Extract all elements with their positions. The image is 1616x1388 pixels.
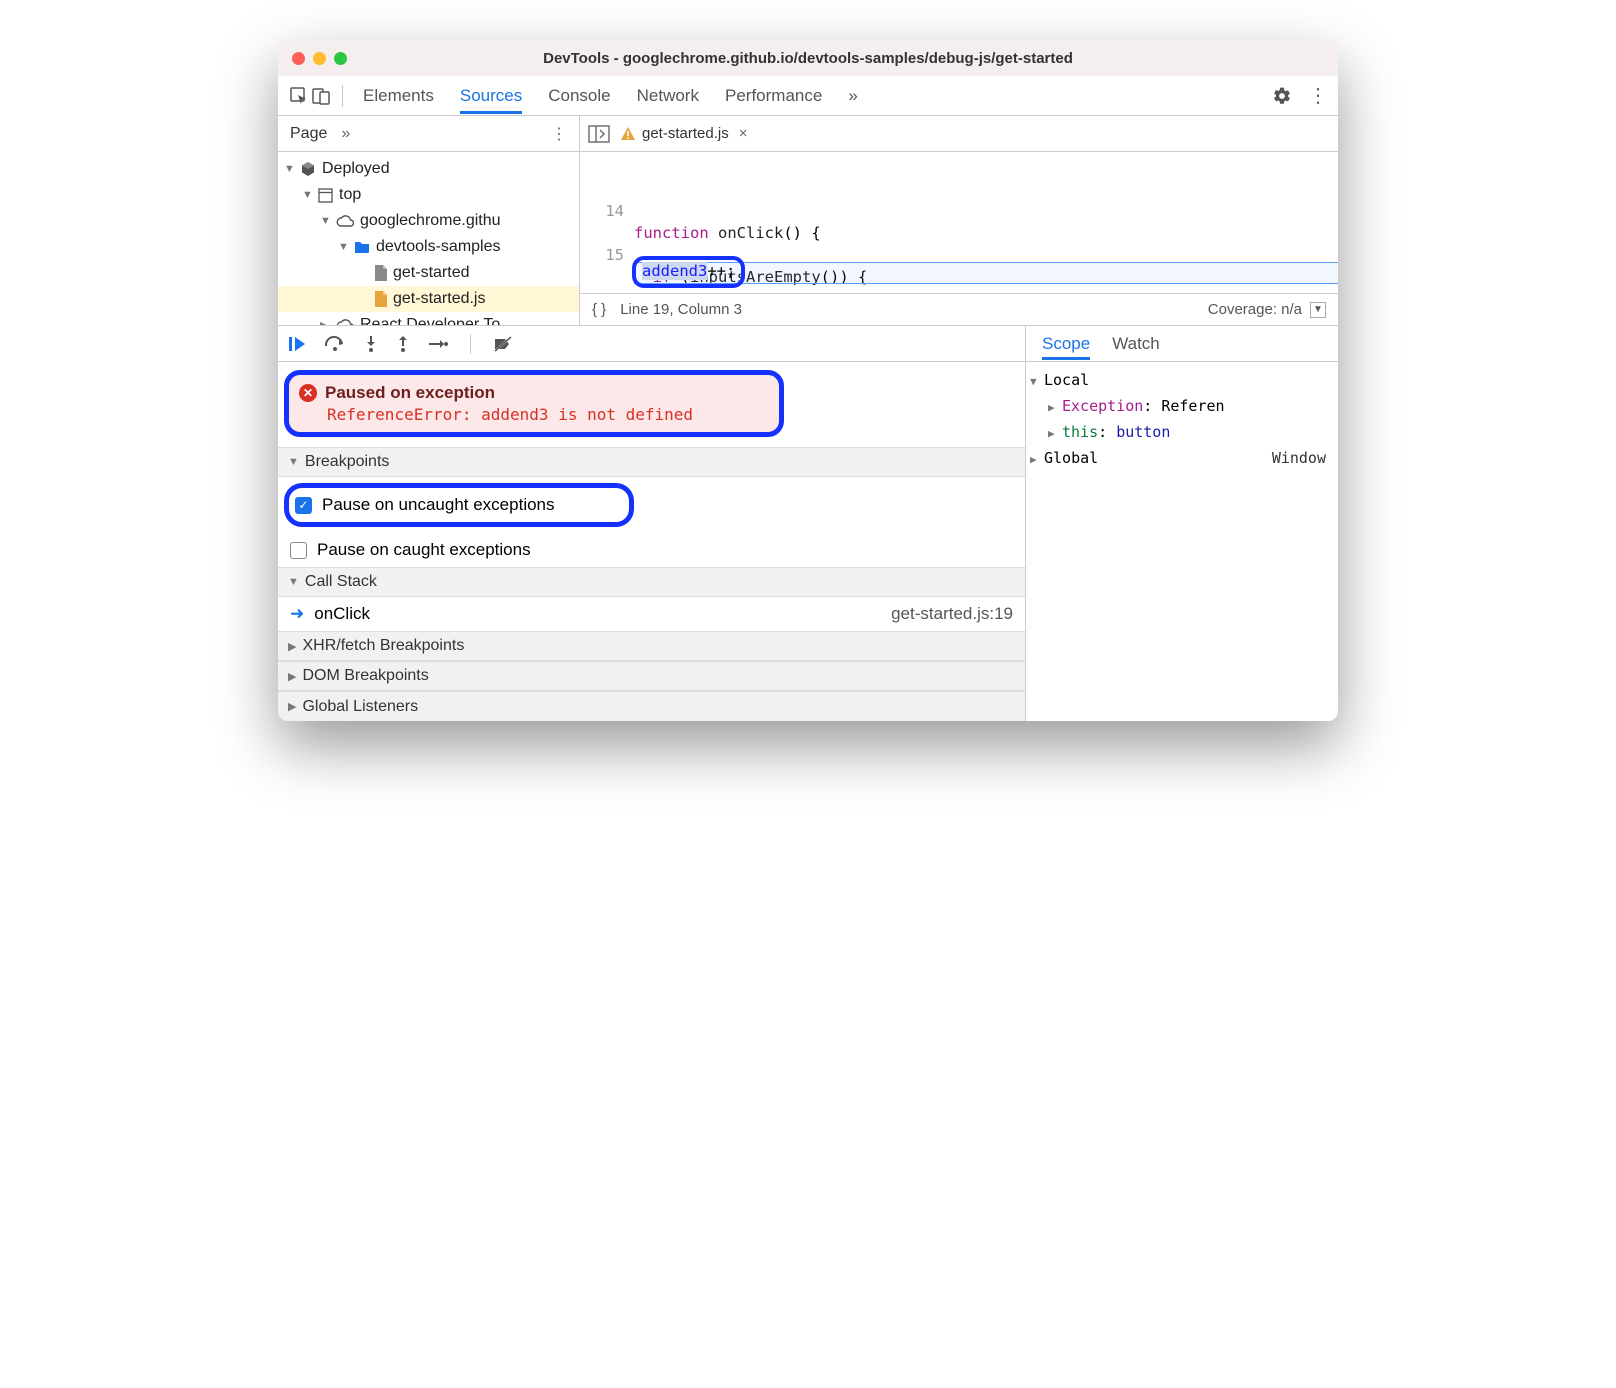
editor-panel: get-started.js × 14 15 16 17 18 19 20 21… (580, 116, 1338, 325)
editor-filename: get-started.js (642, 125, 729, 142)
checkbox-uncaught[interactable]: ✓ (295, 497, 312, 514)
deactivate-breakpoints-icon[interactable] (493, 335, 513, 353)
cursor-position: Line 19, Column 3 (620, 301, 742, 318)
debugger-panes: ✕ Paused on exception ReferenceError: ad… (278, 326, 1338, 721)
step-out-icon[interactable] (396, 335, 410, 353)
step-over-icon[interactable] (324, 336, 346, 352)
document-icon (374, 265, 387, 281)
maximize-button[interactable] (334, 52, 347, 65)
file-tree: ▼ Deployed ▼ top ▼ googlechrome.githu ▼ … (278, 152, 579, 325)
tab-sources[interactable]: Sources (460, 78, 522, 114)
main-tabbar: Elements Sources Console Network Perform… (278, 76, 1338, 116)
current-frame-icon: ➜ (290, 604, 304, 624)
scope-global[interactable]: ▶GlobalWindow (1030, 446, 1334, 472)
code-editor[interactable]: 14 15 16 17 18 19 20 21 limitations unde… (580, 152, 1338, 293)
device-toggle-icon[interactable] (310, 85, 332, 107)
highlight-annotation-addend: addend3++; (632, 256, 745, 288)
tree-folder[interactable]: ▼ devtools-samples (278, 234, 579, 260)
pause-caught-row[interactable]: Pause on caught exceptions (278, 533, 1025, 567)
tree-domain[interactable]: ▼ googlechrome.githu (278, 208, 579, 234)
divider (470, 334, 471, 354)
breakpoints-header[interactable]: ▼Breakpoints (278, 447, 1025, 477)
devtools-window: DevTools - googlechrome.github.io/devtoo… (278, 40, 1338, 721)
cloud-icon (336, 214, 354, 228)
pause-title: Paused on exception (325, 383, 495, 403)
code-body: limitations under the License. */ functi… (634, 152, 1338, 293)
debugger-toolbar (278, 326, 1025, 362)
navigator-tab-page[interactable]: Page (290, 125, 327, 143)
checkbox-caught[interactable] (290, 542, 307, 559)
tree-top[interactable]: ▼ top (278, 182, 579, 208)
folder-icon (354, 240, 370, 254)
main-tabs: Elements Sources Console Network Perform… (363, 78, 1272, 114)
line-gutter: 14 15 16 17 18 19 20 21 (580, 152, 634, 293)
tree-file-html[interactable]: get-started (278, 260, 579, 286)
titlebar: DevTools - googlechrome.github.io/devtoo… (278, 40, 1338, 76)
pause-uncaught-row[interactable]: ✓ Pause on uncaught exceptions (284, 483, 634, 527)
paused-on-exception-banner: ✕ Paused on exception ReferenceError: ad… (284, 370, 784, 437)
scope-exception[interactable]: ▶Exception: Referen (1030, 394, 1334, 420)
editor-file-tab[interactable]: get-started.js × (620, 125, 747, 142)
tab-console[interactable]: Console (548, 78, 610, 114)
tab-scope[interactable]: Scope (1042, 328, 1090, 360)
sources-content: Page » ⋮ ▼ Deployed ▼ top ▼ googlechrome… (278, 116, 1338, 326)
settings-icon[interactable] (1272, 86, 1292, 106)
debugger-right: Scope Watch ▼Local ▶Exception: Referen ▶… (1026, 326, 1338, 721)
inspect-icon[interactable] (288, 85, 310, 107)
coverage-label: Coverage: n/a (1208, 301, 1302, 318)
callstack-header[interactable]: ▼Call Stack (278, 567, 1025, 597)
navigator-more-icon[interactable]: ⋮ (551, 124, 567, 144)
debugger-left: ✕ Paused on exception ReferenceError: ad… (278, 326, 1026, 721)
tree-file-js[interactable]: get-started.js (278, 286, 579, 312)
tab-elements[interactable]: Elements (363, 78, 434, 114)
editor-tabbar: get-started.js × (580, 116, 1338, 152)
navigator-header: Page » ⋮ (278, 116, 579, 152)
error-badge-icon: ✕ (299, 384, 317, 402)
close-button[interactable] (292, 52, 305, 65)
minimize-button[interactable] (313, 52, 326, 65)
dom-breakpoints-header[interactable]: ▶DOM Breakpoints (278, 661, 1025, 691)
global-listeners-header[interactable]: ▶Global Listeners (278, 691, 1025, 721)
divider (342, 85, 343, 107)
pretty-print-icon[interactable]: { } (592, 301, 606, 318)
js-file-icon (374, 291, 387, 307)
tabs-overflow[interactable]: » (848, 78, 857, 114)
warning-icon (620, 126, 636, 142)
scope-this[interactable]: ▶this: button (1030, 420, 1334, 446)
scope-tabbar: Scope Watch (1026, 326, 1338, 362)
navigator-panel: Page » ⋮ ▼ Deployed ▼ top ▼ googlechrome… (278, 116, 580, 325)
frame-location: get-started.js:19 (891, 604, 1013, 624)
scope-local[interactable]: ▼Local (1030, 368, 1334, 394)
window-frame-icon (318, 188, 333, 203)
step-into-icon[interactable] (364, 335, 378, 353)
cube-icon (300, 161, 316, 177)
tree-extension[interactable]: ▶ React Developer To (278, 312, 579, 325)
toggle-navigator-icon[interactable] (588, 125, 610, 143)
xhr-breakpoints-header[interactable]: ▶XHR/fetch Breakpoints (278, 631, 1025, 661)
step-icon[interactable] (428, 337, 448, 351)
tree-deployed[interactable]: ▼ Deployed (278, 156, 579, 182)
tab-performance[interactable]: Performance (725, 78, 822, 114)
editor-statusbar: { } Line 19, Column 3 Coverage: n/a ▼ (580, 293, 1338, 325)
scope-body: ▼Local ▶Exception: Referen ▶this: button… (1026, 362, 1338, 478)
cloud-icon (336, 318, 354, 325)
navigator-tabs-overflow[interactable]: » (341, 125, 350, 143)
tab-watch[interactable]: Watch (1112, 328, 1160, 360)
kebab-menu-icon[interactable]: ⋮ (1308, 83, 1328, 108)
coverage-dropdown-icon[interactable]: ▼ (1310, 302, 1326, 318)
window-title: DevTools - googlechrome.github.io/devtoo… (278, 50, 1338, 67)
callstack-frame[interactable]: ➜ onClick get-started.js:19 (278, 597, 1025, 631)
pause-error-message: ReferenceError: addend3 is not defined (327, 405, 763, 424)
resume-icon[interactable] (288, 335, 306, 353)
traffic-lights (292, 52, 347, 65)
close-tab-icon[interactable]: × (739, 125, 748, 142)
tab-network[interactable]: Network (637, 78, 699, 114)
